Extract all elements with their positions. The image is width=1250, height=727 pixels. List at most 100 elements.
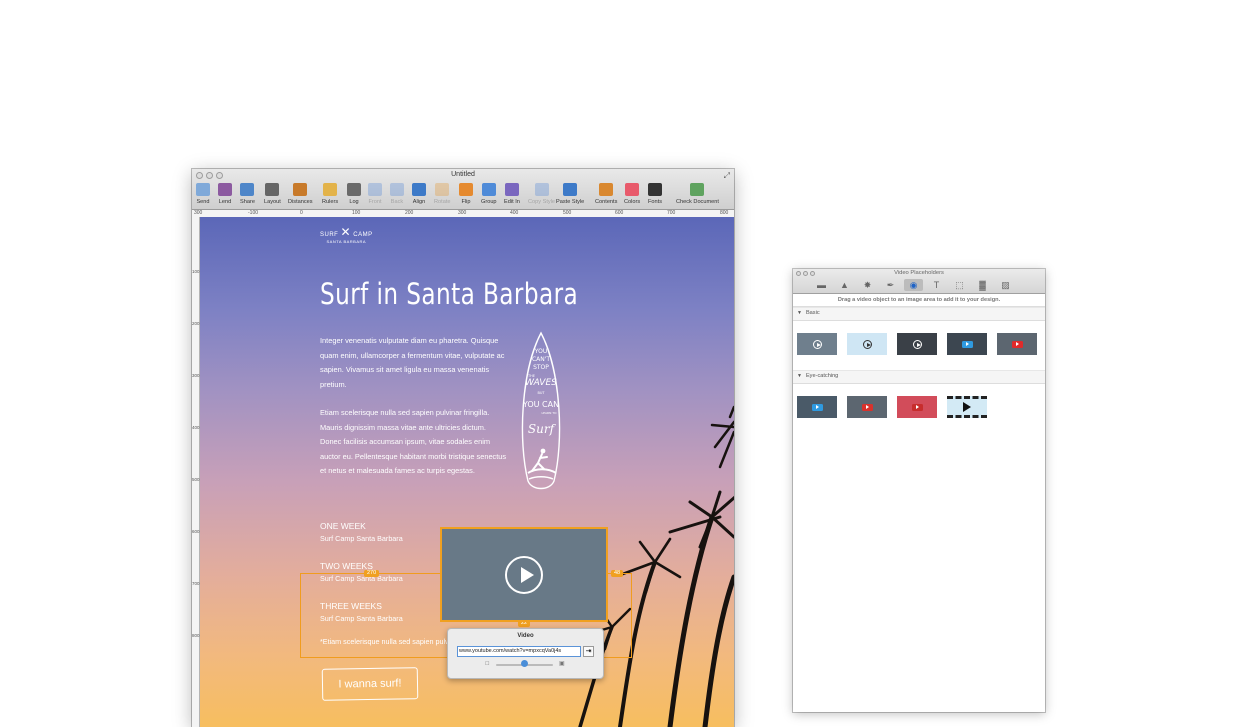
panel-tab-6[interactable]: ⬚ xyxy=(950,279,969,291)
window-title: Untitled xyxy=(451,171,475,178)
surfboard-text-8: LEARN TO xyxy=(541,411,557,415)
go-to-url-icon[interactable]: ⇥ xyxy=(583,646,594,657)
toolbar-back-button[interactable]: Back xyxy=(390,182,404,208)
panel-tab-1[interactable]: ▲ xyxy=(835,279,854,291)
toolbar-lend-button[interactable]: Lend xyxy=(218,182,232,208)
toolbar-label: Copy Style xyxy=(528,199,556,205)
toolbar-label: Paste Style xyxy=(556,199,585,205)
group-icon xyxy=(481,183,496,196)
fonts-icon xyxy=(648,183,662,196)
section-header-1[interactable]: ▼ Eye-catching xyxy=(793,370,1045,384)
toolbar-copy-style-button[interactable]: Copy Style xyxy=(528,182,555,208)
disclosure-triangle-icon[interactable]: ▼ xyxy=(797,373,802,379)
surfboard-text-3: STOP xyxy=(533,364,549,371)
placeholder-row xyxy=(793,384,1045,433)
logo-right-text: CAMP xyxy=(353,232,373,238)
panel-tab-4[interactable]: ◉ xyxy=(904,279,923,291)
fullscreen-icon[interactable]: ⤢ xyxy=(724,171,730,181)
panel-tab-8[interactable]: ▨ xyxy=(996,279,1015,291)
distance-badge-right: 48 xyxy=(611,570,624,577)
ruler-tick-label: 400 xyxy=(192,425,200,430)
toolbar-layout-button[interactable]: Layout xyxy=(264,182,281,208)
video-placeholder-thumb[interactable] xyxy=(947,396,987,418)
toolbar-share-button[interactable]: Share xyxy=(240,182,255,208)
toolbar-label: Lend xyxy=(218,199,232,205)
panel-tab-2[interactable]: ✸ xyxy=(858,279,877,291)
toolbar-group-button[interactable]: Group xyxy=(481,182,497,208)
toolbar-flip-button[interactable]: Flip xyxy=(459,182,473,208)
small-size-icon: ☐ xyxy=(485,661,490,667)
ruler-tick-label: -100 xyxy=(248,210,259,216)
video-url-input[interactable]: www.youtube.com/watch?v=mpxcqVa0j4s xyxy=(457,646,581,657)
panel-title: Video Placeholders xyxy=(894,270,944,276)
logo-subtitle: SANTA BARBARA xyxy=(326,239,367,244)
video-placeholder-thumb[interactable] xyxy=(947,333,987,355)
video-placeholder-thumb[interactable] xyxy=(997,333,1037,355)
video-placeholder-thumb[interactable] xyxy=(847,333,887,355)
intro-paragraph[interactable]: Integer venenatis vulputate diam eu phar… xyxy=(320,334,508,392)
video-placeholder[interactable] xyxy=(440,527,608,622)
toolbar-label: Align xyxy=(412,199,426,205)
toolbar-align-button[interactable]: Align xyxy=(412,182,426,208)
toolbar-distances-button[interactable]: Distances xyxy=(288,182,313,208)
play-icon xyxy=(862,339,872,349)
section-header-0[interactable]: ▼ Basic xyxy=(793,307,1045,321)
ruler-tick-label: 700 xyxy=(667,210,676,216)
design-canvas[interactable]: SURF ✕ CAMP SANTA BARBARA Surf in Santa … xyxy=(200,217,734,727)
ruler-tick-label: 700 xyxy=(192,581,200,586)
ruler-tick-label: 300 xyxy=(194,210,203,216)
toolbar-label: Check Document xyxy=(676,199,719,205)
panel-tab-0[interactable]: ▬ xyxy=(812,279,831,291)
play-icon[interactable] xyxy=(505,556,543,594)
panel-titlebar: Video Placeholders ▬ ▲ ✸ ✒ ◉ T ⬚ ▓ ▨ xyxy=(793,269,1045,294)
video-placeholder-thumb[interactable] xyxy=(897,396,937,418)
toolbar-label: Flip xyxy=(461,199,471,205)
send-icon xyxy=(196,183,210,196)
ruler-tick-label: 100 xyxy=(352,210,361,216)
toolbar-check-document-button[interactable]: Check Document xyxy=(676,182,719,208)
panel-tab-7[interactable]: ▓ xyxy=(973,279,992,291)
video-placeholder-thumb[interactable] xyxy=(797,333,837,355)
toolbar-log-button[interactable]: Log xyxy=(347,182,361,208)
toolbar-rotate-button[interactable]: Rotate xyxy=(434,182,450,208)
surfboard-text-6: BUT xyxy=(537,391,545,395)
toolbar-colors-button[interactable]: Colors xyxy=(624,182,640,208)
toolbar-front-button[interactable]: Front xyxy=(368,182,382,208)
video-placeholder-thumb[interactable] xyxy=(847,396,887,418)
paste-style-icon xyxy=(563,183,578,196)
toolbar-fonts-button[interactable]: Fonts xyxy=(648,182,662,208)
wanna-surf-button[interactable]: I wanna surf! xyxy=(321,667,419,701)
surfboard-text-7: YOU CAN xyxy=(522,400,559,409)
panel-tab-3[interactable]: ✒ xyxy=(881,279,900,291)
toolbar-contents-button[interactable]: Contents xyxy=(595,182,617,208)
size-slider-handle[interactable] xyxy=(521,660,528,667)
disclosure-triangle-icon[interactable]: ▼ xyxy=(797,310,802,316)
ruler-tick-label: 300 xyxy=(458,210,467,216)
play-icon xyxy=(811,403,823,411)
page-headline[interactable]: Surf in Santa Barbara xyxy=(320,277,578,311)
play-icon xyxy=(963,402,971,412)
body-paragraph[interactable]: Etiam scelerisque nulla sed sapien pulvi… xyxy=(320,406,508,479)
video-placeholder-thumb[interactable] xyxy=(897,333,937,355)
panel-hint: Drag a video object to an image area to … xyxy=(793,294,1045,307)
surfboard-graphic[interactable]: YOU CAN'T STOP THE WAVES BUT YOU CAN LEA… xyxy=(516,331,566,495)
toolbar-paste-style-button[interactable]: Paste Style xyxy=(556,182,584,208)
toolbar-send-button[interactable]: Send xyxy=(196,182,210,208)
panel-tab-5[interactable]: T xyxy=(927,279,946,291)
vertical-ruler[interactable]: 100 200 300 400 500 600 700 800 xyxy=(192,217,200,727)
ruler-tick-label: 0 xyxy=(300,210,303,216)
lend-icon xyxy=(218,183,232,196)
logo-left-text: SURF xyxy=(320,232,339,238)
toolbar-rulers-button[interactable]: Rulers xyxy=(322,182,338,208)
toolbar-label: Colors xyxy=(624,199,641,205)
ruler-tick-label: 100 xyxy=(192,269,200,274)
toolbar-label: Fonts xyxy=(648,199,662,205)
surfboard-text-9: Surf xyxy=(528,422,557,436)
ruler-tick-label: 200 xyxy=(405,210,414,216)
package-one-week[interactable]: ONE WEEK Surf Camp Santa Barbara xyxy=(320,521,403,543)
video-placeholder-thumb[interactable] xyxy=(797,396,837,418)
toolbar-label: Rotate xyxy=(434,199,451,205)
rulers-icon xyxy=(323,183,338,196)
toolbar-edit-in-button[interactable]: Edit In xyxy=(504,182,520,208)
section-title: Eye-catching xyxy=(805,373,839,379)
